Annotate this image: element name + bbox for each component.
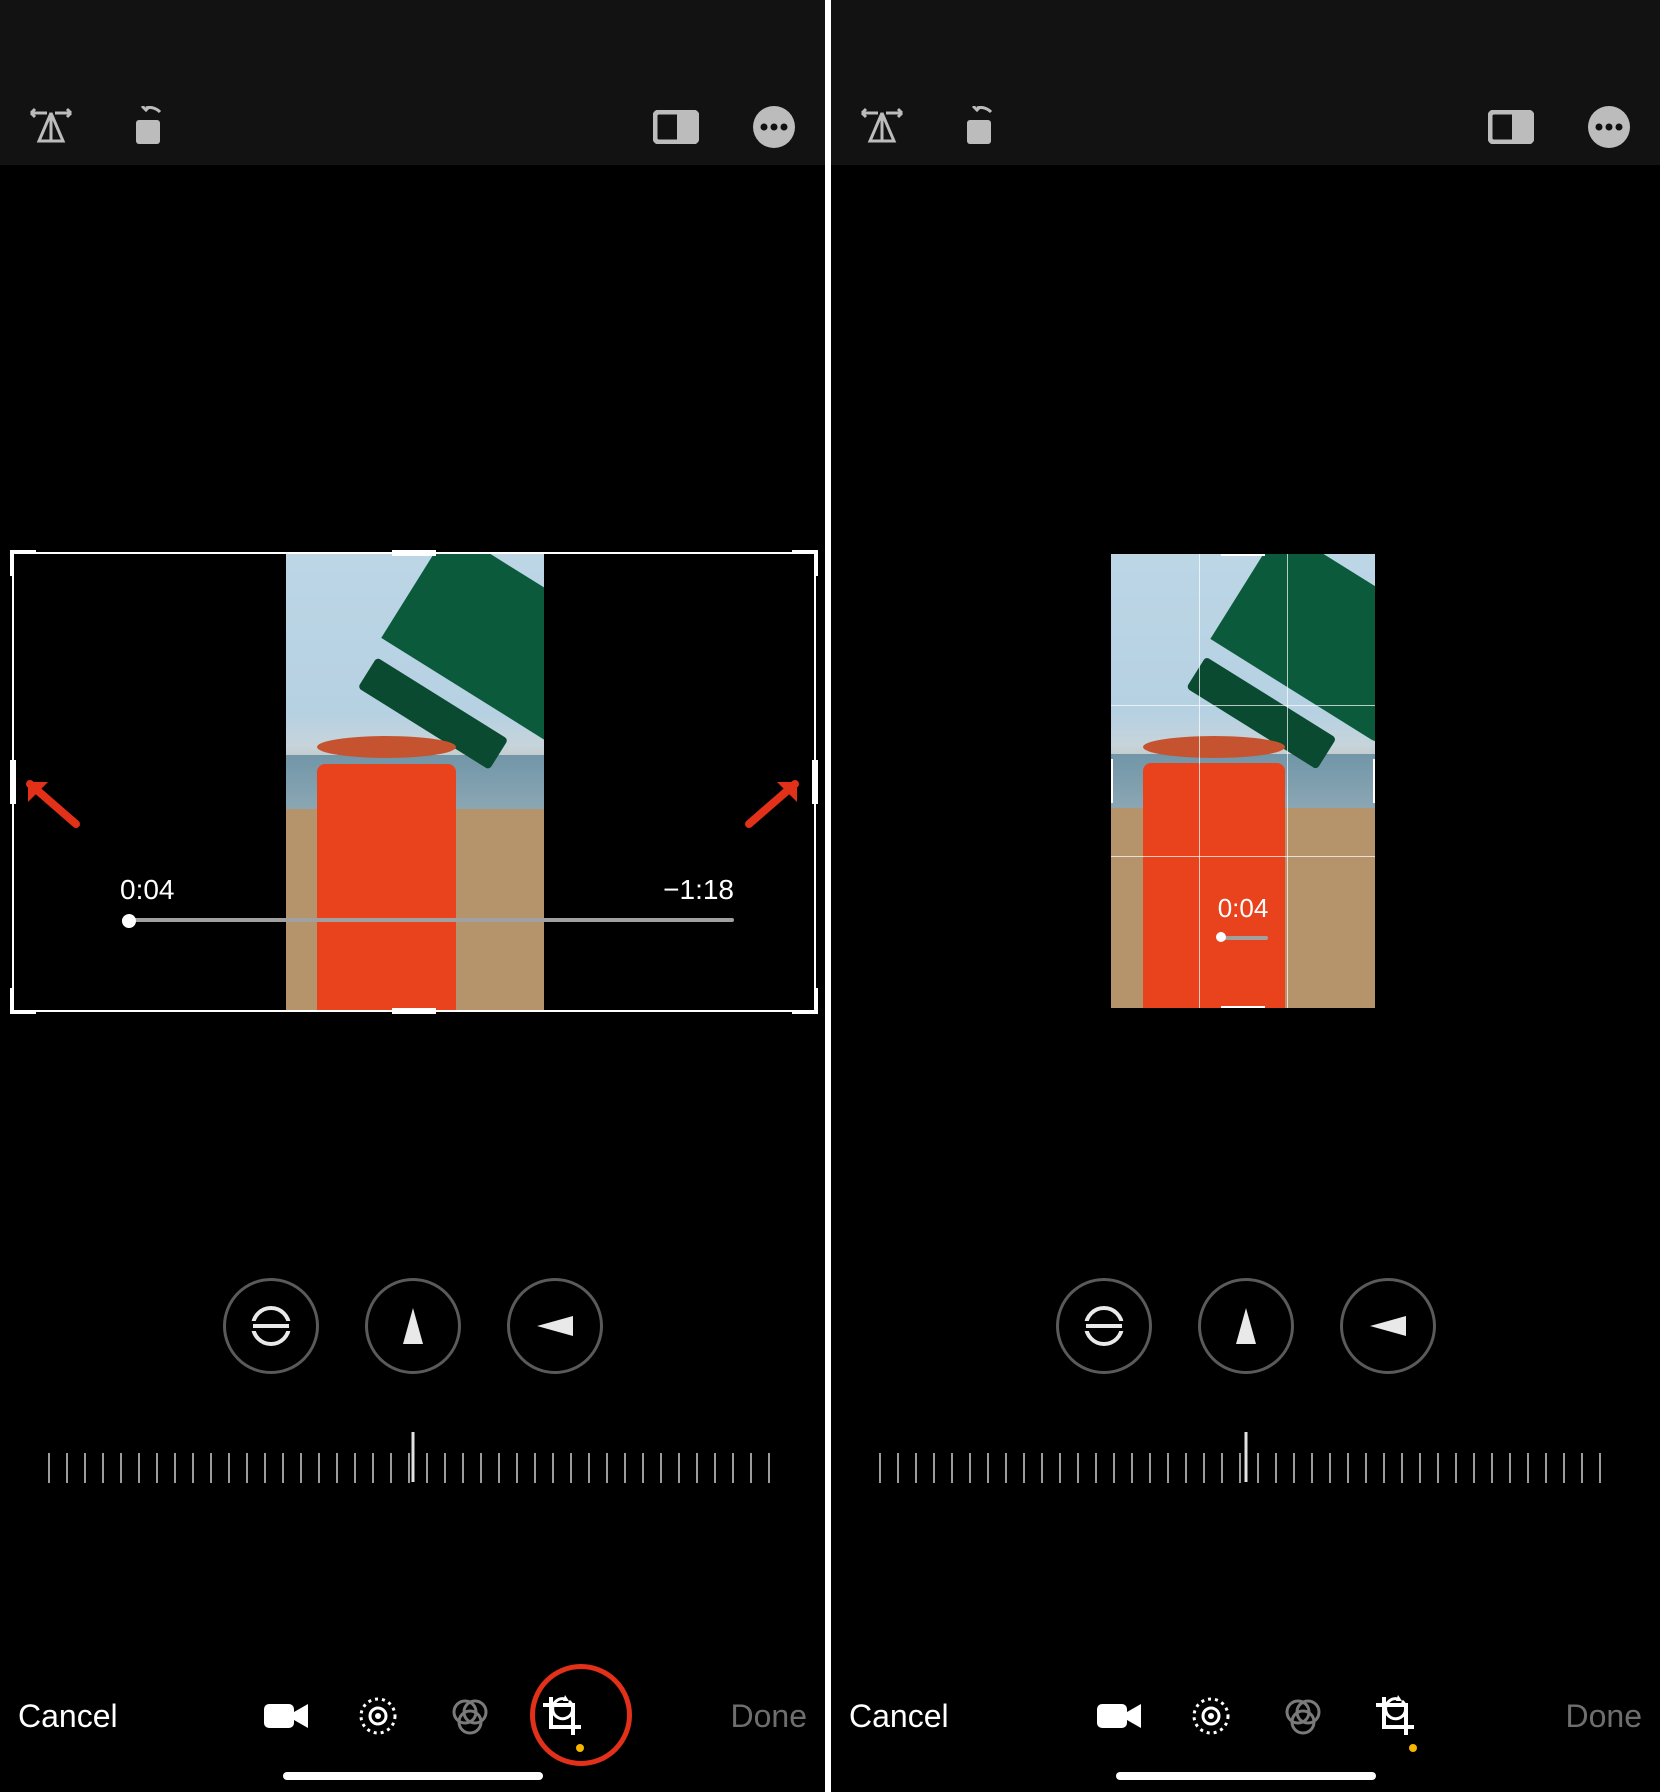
adjust-tab-icon[interactable] — [1189, 1694, 1233, 1738]
vertical-perspective-button[interactable] — [1198, 1278, 1294, 1374]
filters-tab-icon[interactable] — [1281, 1694, 1325, 1738]
crop-handle-bottom-right[interactable] — [1353, 986, 1375, 1008]
crop-handle-bottom-right[interactable] — [792, 988, 818, 1014]
video-tab-icon[interactable] — [264, 1694, 308, 1738]
active-tab-indicator — [1409, 1744, 1417, 1752]
done-button[interactable]: Done — [730, 1698, 807, 1735]
grid-line — [1111, 705, 1375, 706]
rotation-dial[interactable] — [48, 1448, 777, 1488]
home-indicator[interactable] — [283, 1772, 543, 1780]
video-tab-icon[interactable] — [1097, 1694, 1141, 1738]
crop-frame[interactable]: 0:04 −1:18 — [12, 552, 816, 1012]
dial-center-mark — [411, 1432, 414, 1482]
crop-handle-top-left[interactable] — [10, 550, 36, 576]
active-tab-indicator — [576, 1744, 584, 1752]
crop-handle-top-left[interactable] — [1111, 554, 1133, 576]
crop-handle-top[interactable] — [392, 550, 436, 556]
playhead[interactable] — [122, 914, 136, 928]
rotate-icon[interactable] — [124, 102, 174, 152]
crop-top-toolbar — [0, 92, 825, 162]
grid-line — [1287, 554, 1288, 1008]
crop-tab-icon[interactable] — [1373, 1694, 1417, 1738]
phone-screenshot-left: 0:04 −1:18 — [0, 0, 831, 1792]
rotate-icon[interactable] — [955, 102, 1005, 152]
crop-handle-right[interactable] — [812, 760, 818, 804]
crop-handle-top-right[interactable] — [792, 550, 818, 576]
crop-handle-top-right[interactable] — [1353, 554, 1375, 576]
crop-handle-bottom[interactable] — [1221, 1006, 1265, 1008]
annotation-arrow-right — [743, 770, 803, 830]
playback-scrubber[interactable] — [1218, 936, 1268, 940]
horizontal-perspective-button[interactable] — [507, 1278, 603, 1374]
elapsed-time-label: 0:04 — [120, 874, 175, 906]
filters-tab-icon[interactable] — [448, 1694, 492, 1738]
perspective-controls — [831, 1278, 1660, 1374]
perspective-controls — [0, 1278, 825, 1374]
crop-handle-top[interactable] — [1221, 554, 1265, 556]
editor-bottom-bar: Cancel Done — [0, 1680, 825, 1752]
remaining-time-label: −1:18 — [663, 874, 734, 906]
vertical-perspective-button[interactable] — [365, 1278, 461, 1374]
aspect-ratio-icon[interactable] — [651, 102, 701, 152]
elapsed-time-label: 0:04 — [1218, 893, 1269, 924]
crop-handle-bottom-left[interactable] — [1111, 986, 1133, 1008]
adjust-tab-icon[interactable] — [356, 1694, 400, 1738]
crop-handle-bottom[interactable] — [392, 1008, 436, 1014]
video-preview[interactable] — [286, 554, 544, 1010]
cancel-button[interactable]: Cancel — [849, 1698, 949, 1735]
crop-tab-icon[interactable] — [540, 1694, 584, 1738]
straighten-button[interactable] — [223, 1278, 319, 1374]
playback-scrubber[interactable] — [122, 918, 734, 922]
crop-handle-left[interactable] — [1111, 759, 1113, 803]
more-options-icon[interactable] — [749, 102, 799, 152]
aspect-ratio-icon[interactable] — [1486, 102, 1536, 152]
crop-handle-right[interactable] — [1373, 759, 1375, 803]
more-options-icon[interactable] — [1584, 102, 1634, 152]
cancel-button[interactable]: Cancel — [18, 1698, 118, 1735]
grid-line — [1111, 856, 1375, 857]
home-indicator[interactable] — [1116, 1772, 1376, 1780]
done-button[interactable]: Done — [1565, 1698, 1642, 1735]
annotation-arrow-left — [22, 770, 82, 830]
crop-top-toolbar — [831, 92, 1660, 162]
crop-frame[interactable]: 0:04 — [1111, 554, 1375, 1008]
horizontal-perspective-button[interactable] — [1340, 1278, 1436, 1374]
flip-horizontal-icon[interactable] — [857, 102, 907, 152]
crop-handle-left[interactable] — [10, 760, 16, 804]
grid-line — [1199, 554, 1200, 1008]
editor-bottom-bar: Cancel Done — [831, 1680, 1660, 1752]
rotation-dial[interactable] — [879, 1448, 1612, 1488]
crop-handle-bottom-left[interactable] — [10, 988, 36, 1014]
phone-screenshot-right: 0:04 Cancel — [831, 0, 1660, 1792]
dial-center-mark — [1244, 1432, 1247, 1482]
straighten-button[interactable] — [1056, 1278, 1152, 1374]
flip-horizontal-icon[interactable] — [26, 102, 76, 152]
